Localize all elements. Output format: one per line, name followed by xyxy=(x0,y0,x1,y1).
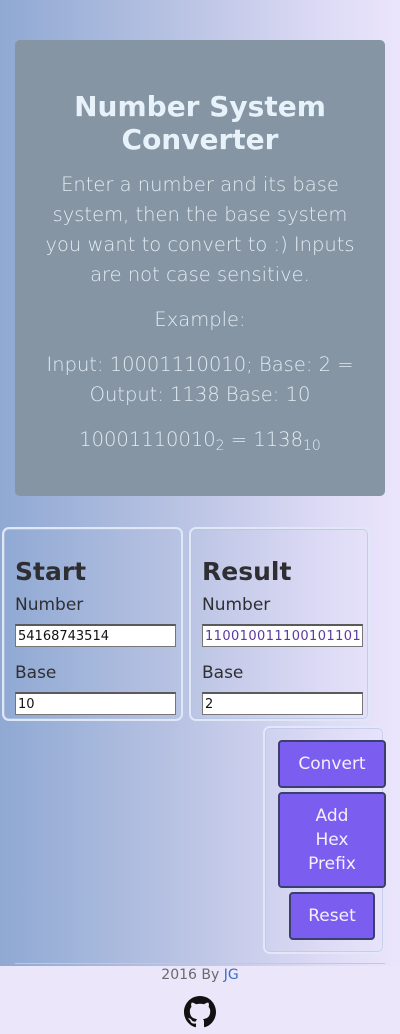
formula-left: 10001110010 xyxy=(79,428,216,451)
page-title: Number System Converter xyxy=(74,90,326,156)
intro-card: Number System Converter Enter a number a… xyxy=(15,40,385,496)
start-base-label: Base xyxy=(15,663,57,683)
footer-divider xyxy=(15,963,385,964)
footer-text: 2016 By xyxy=(161,967,220,983)
result-heading: Result xyxy=(202,557,292,586)
result-base-label: Base xyxy=(202,663,244,683)
formula-left-base: 2 xyxy=(215,438,225,454)
intro-text: Enter a number and its base system, then… xyxy=(45,173,355,286)
start-number-label: Number xyxy=(15,595,84,615)
formula-right: 1138 xyxy=(253,428,303,451)
convert-button[interactable]: Convert xyxy=(278,740,386,788)
example-formula: 100011100102 = 113810 xyxy=(41,425,359,461)
github-icon[interactable] xyxy=(184,996,216,1028)
example-label: Example: xyxy=(154,308,246,331)
example-text: Input: 10001110010; Base: 2 = Output: 11… xyxy=(46,353,354,406)
actions-panel: Convert Add Hex Prefix Reset xyxy=(263,726,386,954)
result-panel: Result Number Base xyxy=(189,527,370,721)
result-number-label: Number xyxy=(202,595,271,615)
result-base-input[interactable] xyxy=(202,692,363,715)
formula-equals: = xyxy=(224,428,254,451)
author-link[interactable]: JG xyxy=(224,967,239,983)
start-panel: Start Number Base xyxy=(2,527,183,721)
add-hex-prefix-button[interactable]: Add Hex Prefix xyxy=(278,792,386,888)
footer-credit: 2016 By JG xyxy=(0,966,400,984)
reset-button[interactable]: Reset xyxy=(289,892,375,940)
start-number-input[interactable] xyxy=(15,624,176,647)
start-base-input[interactable] xyxy=(15,692,176,715)
start-heading: Start xyxy=(15,557,87,586)
formula-right-base: 10 xyxy=(302,438,321,454)
result-number-output[interactable] xyxy=(202,624,363,647)
